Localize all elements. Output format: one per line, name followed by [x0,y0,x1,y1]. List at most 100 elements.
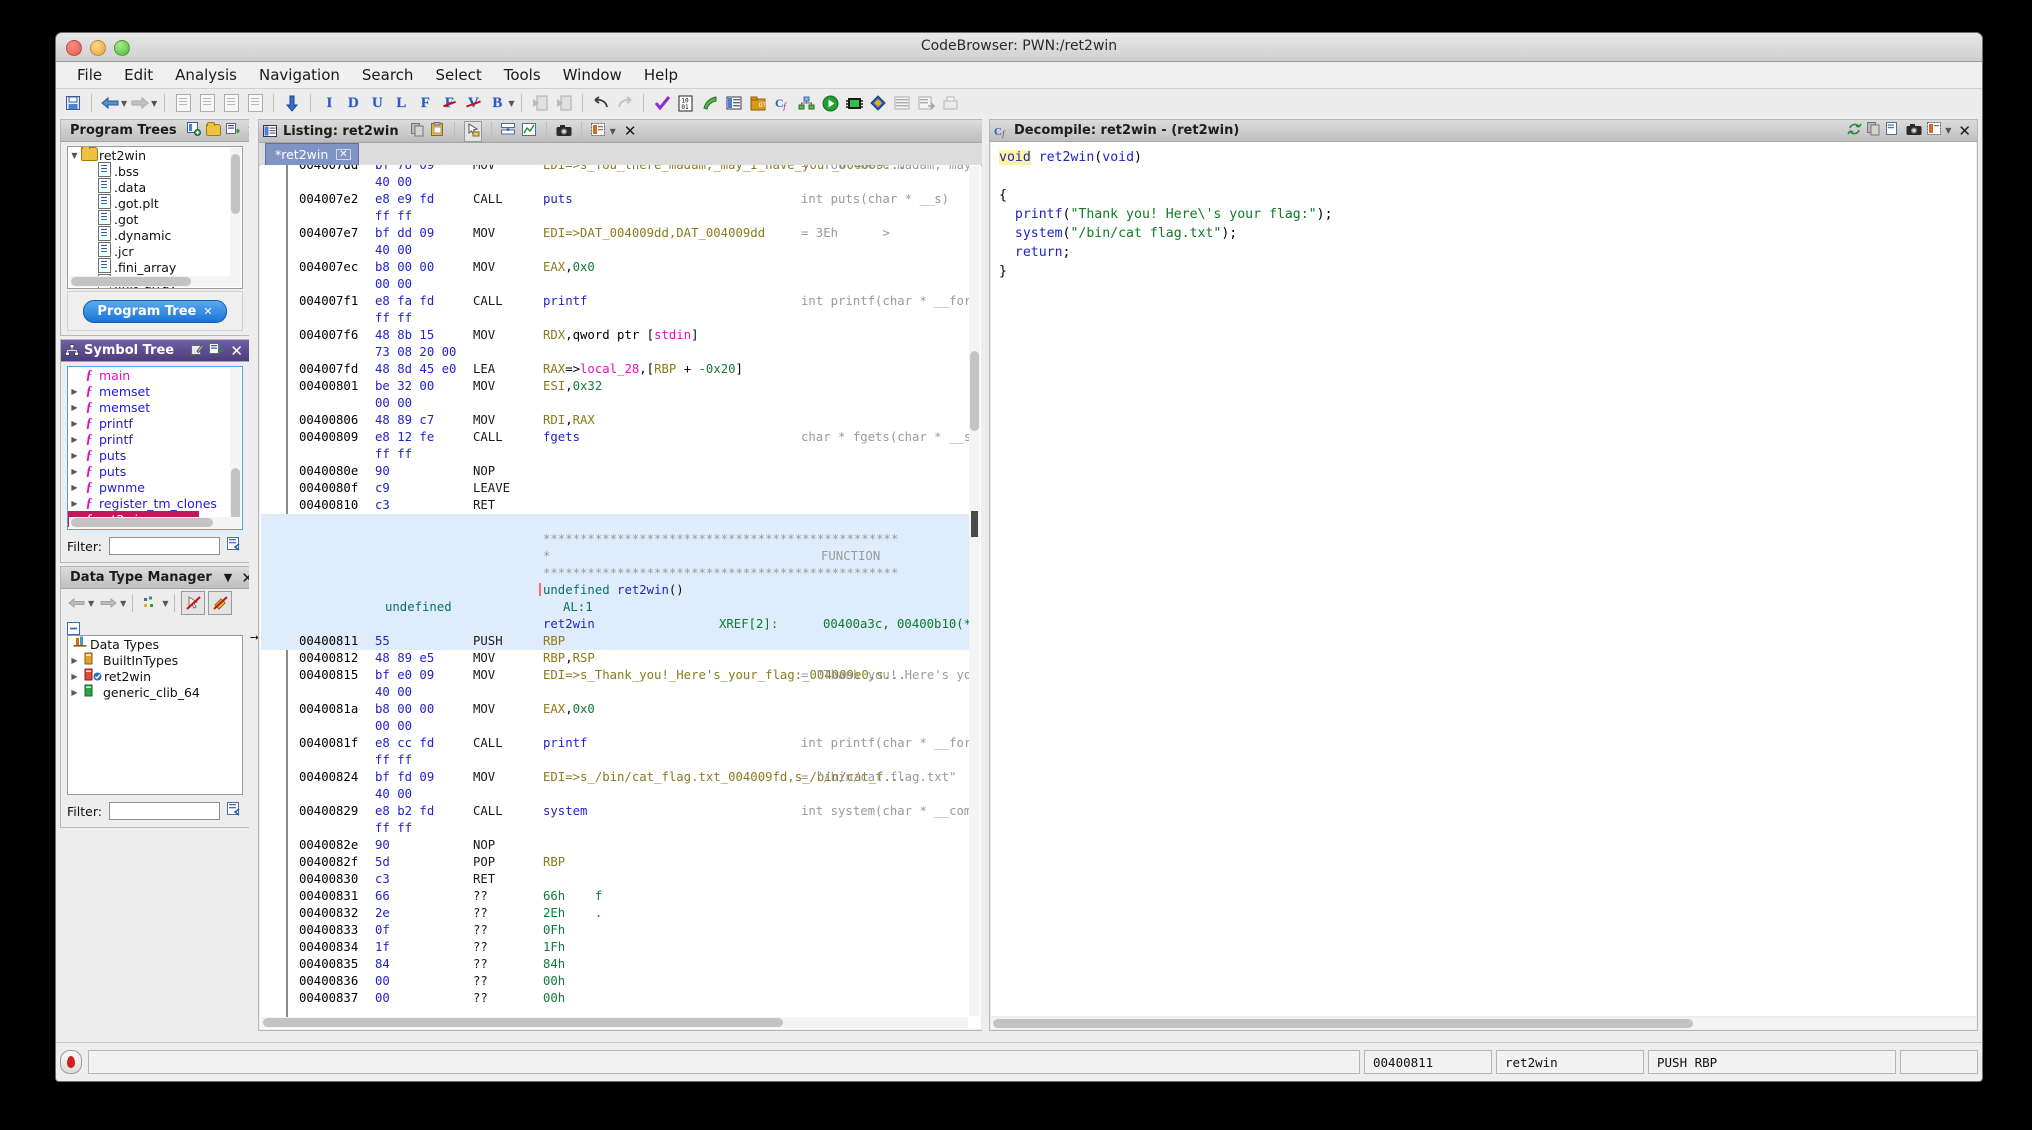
listing-row[interactable]: 0040081f e8 cc fd CALL printf int printf(cha… [261,735,969,752]
listing-row[interactable]: ff ff [261,752,969,769]
export-icon[interactable] [1886,121,1901,140]
letter-I-icon[interactable]: I [318,92,340,114]
camera-icon[interactable] [1906,121,1922,140]
symbol-tree-vscrollbar[interactable] [230,368,241,528]
listing-row[interactable]: ff ff [261,446,969,463]
listing-row[interactable]: 004007f6 48 8b 15 MOV RDX,qword ptr [stdin] [261,327,969,344]
listing-row[interactable]: 40 00 [261,684,969,701]
tree-row-dynamic[interactable]: .dynamic [68,226,242,243]
decompile-line[interactable]: return; [999,243,1976,262]
tree-row-data[interactable]: .data [68,178,242,195]
chevron-right-icon[interactable]: ▶ [68,435,81,444]
byte-viewer-icon[interactable]: 10 01 [675,92,697,114]
listing-row[interactable]: 0040081a b8 00 00 MOV EAX,0x0 [261,701,969,718]
fire-disc-icon[interactable] [60,1050,82,1074]
chip-icon[interactable] [843,92,865,114]
listing-row[interactable]: 0040082e 90 NOP [261,837,969,854]
table-icon[interactable] [891,92,913,114]
tree-row-bss[interactable]: .bss [68,162,242,179]
listing-row[interactable]: 00400815 bf e0 09 MOV EDI=>s_Thank_you!_Her… [261,667,969,684]
listing-row[interactable]: 00400810 c3 RET [261,497,969,514]
paste-icon[interactable] [430,121,445,141]
function-graph-icon[interactable]: Cf [771,92,793,114]
tab-ret2win[interactable]: *ret2win ✕ [265,143,359,165]
close-icon[interactable]: ✕ [1956,122,1973,140]
chevron-right-icon[interactable]: ▶ [68,403,81,412]
listing-row[interactable]: 00400824 bf fd 09 MOV EDI=>s_/bin/cat_flag.… [261,769,969,786]
chevron-right-icon[interactable]: ▶ [68,688,81,697]
listing-row[interactable]: 00400837 00?? 00h [261,990,969,1007]
data-types-row-ret2win[interactable]: ▶ ret2win [68,668,242,684]
copy-icon[interactable] [1867,121,1881,140]
listing-row[interactable]: 004007fd 48 8d 45 e0 LEA RAX=>local_28,[RBP… [261,361,969,378]
back-arrow-icon[interactable] [99,92,121,114]
listing-row[interactable]: 40 00 [261,786,969,803]
program-trees-hscrollbar[interactable] [69,276,241,287]
graph-icon[interactable] [521,122,537,141]
xref-value[interactable]: 00400a3c, 00400b10(*) [823,616,969,633]
diff-icon[interactable] [500,122,516,141]
listing-icon[interactable] [723,92,745,114]
symbol-row-main[interactable]: ƒ main [68,367,242,383]
listing-hscrollbar[interactable] [261,1017,968,1028]
snapshot-paste-icon[interactable] [244,92,266,114]
cursor-icon[interactable] [463,120,482,142]
listing-vscrollbar[interactable] [969,166,980,1016]
listing-row[interactable]: 0040080f c9 LEAVE [261,480,969,497]
decompile-hscrollbar[interactable] [991,1018,1976,1029]
no-highlight-icon[interactable] [208,591,233,615]
decompile-line[interactable]: { [999,186,1976,205]
back-dropdown-icon[interactable]: ▼ [88,599,94,608]
copy-icon[interactable] [410,122,425,141]
listing-row[interactable]: ff ff [261,310,969,327]
undo-icon[interactable] [590,92,612,114]
listing-viewport[interactable]: 004007dd bf 78 09 MOV EDI=>s_You_there_m… [260,165,981,1029]
symbol-row-pwnme[interactable]: ▶ ƒ pwnme [68,479,242,495]
decompile-line[interactable] [999,167,1976,186]
listing-row[interactable]: 00400829 e8 b2 fd CALL system int system(cha… [261,803,969,820]
menu-navigation[interactable]: Navigation [248,64,351,86]
dropdown-icon[interactable]: ▼ [222,571,234,584]
symbol-row-puts-1[interactable]: ▶ ƒ puts [68,447,242,463]
listing-row[interactable]: 40 00 [261,174,969,191]
decompile-line[interactable]: } [999,262,1976,281]
filter-options-icon[interactable] [227,536,243,556]
diff-right-icon[interactable] [553,92,575,114]
close-icon[interactable]: ✕ [228,342,245,360]
decompile-line[interactable]: void ret2win(void) [999,148,1976,167]
chevron-right-icon[interactable]: ▶ [68,672,81,681]
listing-row[interactable]: 00400833 0f?? 0Fh [261,922,969,939]
back-arrow-icon[interactable] [65,592,87,614]
table-export-icon[interactable] [915,92,937,114]
camera-icon[interactable] [556,122,572,141]
listing-row[interactable]: 00 00 [261,276,969,293]
chevron-right-icon[interactable]: ▶ [68,419,81,428]
listing-row[interactable]: 00400836 00?? 00h [261,973,969,990]
save-icon[interactable] [62,92,84,114]
symbol-row-register-tm-clones[interactable]: ▶ ƒ register_tm_clones [68,495,242,511]
listing-row[interactable]: 00400830 c3 RET [261,871,969,888]
checkmark-icon[interactable] [651,92,673,114]
letter-V-strike-icon[interactable]: V [462,92,484,114]
letter-D-icon[interactable]: D [342,92,364,114]
tab-program-tree[interactable]: Program Tree ✕ [83,299,227,323]
tree-row-jcr[interactable]: .jcr [68,242,242,259]
tree-row-fini-array[interactable]: .fini_array [68,258,242,275]
menu-edit[interactable]: Edit [113,64,164,86]
layout-icon[interactable] [590,122,606,141]
memory-map-icon[interactable] [699,92,721,114]
menu-analysis[interactable]: Analysis [164,64,248,86]
listing-row[interactable]: 00400835 84?? 84h [261,956,969,973]
forward-dropdown-icon[interactable]: ▼ [120,599,126,608]
data-types-row-generic-clib[interactable]: ▶ generic_clib_64 [68,684,242,700]
symbol-row-printf-1[interactable]: ▶ ƒ printf [68,415,242,431]
listing-code[interactable]: 004007dd bf 78 09 MOV EDI=>s_You_there_m… [261,165,969,1017]
listing-row[interactable]: 00 00 [261,718,969,735]
down-arrow-icon[interactable] [281,92,303,114]
menu-window[interactable]: Window [552,64,633,86]
symbol-tree-hscrollbar[interactable] [69,517,241,528]
forward-dropdown-icon[interactable]: ▼ [151,99,157,108]
filter-icon[interactable] [139,592,161,614]
snapshot-icon[interactable] [172,92,194,114]
data-types-root-row[interactable]: Data Types [68,636,242,652]
